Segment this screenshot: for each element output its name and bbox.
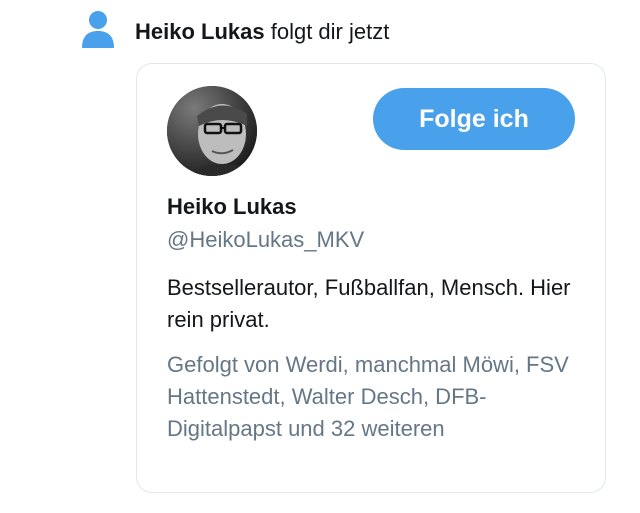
profile-bio: Bestsellerautor, Fußballfan, Mensch. Hie… [167,275,571,332]
notification-action: folgt dir jetzt [264,19,390,44]
followed-by-text[interactable]: Gefolgt von Werdi, manchmal Möwi, FSV Ha… [167,349,587,445]
avatar[interactable] [167,86,257,176]
person-icon [82,11,114,48]
notification-user-name[interactable]: Heiko Lukas [135,19,265,44]
profile-handle[interactable]: @HeikoLukas_MKV [167,227,364,253]
notification-text: Heiko Lukas folgt dir jetzt [135,19,389,45]
profile-card[interactable]: Folge ich Heiko Lukas @HeikoLukas_MKV Be… [136,63,606,493]
profile-name[interactable]: Heiko Lukas [167,194,297,220]
following-button[interactable]: Folge ich [373,88,575,150]
follow-notification[interactable]: Heiko Lukas folgt dir jetzt [80,10,620,50]
